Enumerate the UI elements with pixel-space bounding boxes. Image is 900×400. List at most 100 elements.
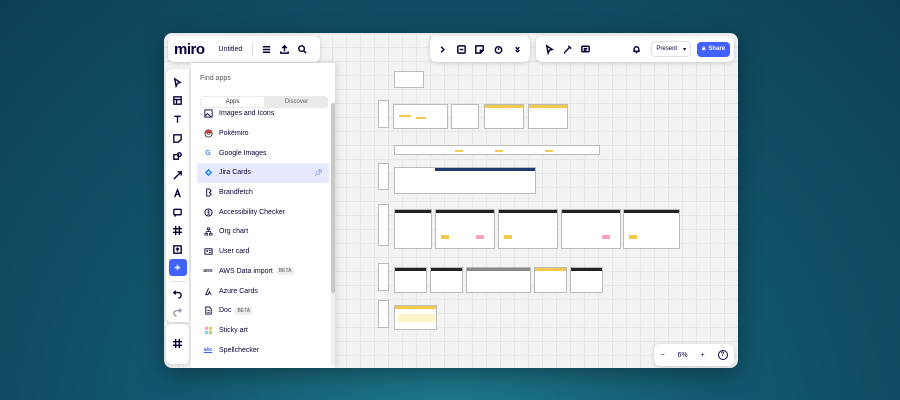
frames-button[interactable] (166, 324, 189, 364)
app-label: Pokémiro (219, 130, 249, 138)
app-label: Google Images (219, 149, 267, 157)
app-label: Jira Cards (219, 169, 251, 177)
board-frame[interactable] (378, 300, 389, 328)
board-frame[interactable] (393, 104, 448, 129)
board-frame[interactable] (528, 104, 568, 129)
jira-icon (203, 168, 213, 178)
app-item-jira-cards[interactable]: Jira Cards 📌︎ (197, 163, 329, 183)
app-label: Images and Icons (219, 110, 275, 118)
frame-icon[interactable] (169, 222, 187, 239)
upload-icon[interactable] (169, 241, 187, 258)
bell-icon[interactable] (627, 40, 645, 58)
search-icon[interactable] (293, 40, 311, 58)
menu-icon[interactable] (257, 40, 275, 58)
arrow-icon[interactable] (169, 167, 187, 184)
board-frame[interactable] (394, 71, 424, 88)
app-label: Org chart (219, 228, 249, 236)
app-item-azure-cards[interactable]: Azure Cards (197, 281, 329, 301)
templates-icon[interactable] (169, 93, 187, 110)
miro-window: miro Untitled Present ▾ 🔒︎ Share Find ap… (164, 33, 738, 368)
upload-icon[interactable] (275, 40, 293, 58)
redo-icon[interactable] (169, 304, 187, 321)
app-item-aws-data-import[interactable]: aws AWS Data import BETA (197, 262, 329, 282)
board-title[interactable]: Untitled (219, 46, 243, 53)
zoom-controls: − 6% + ? (654, 344, 734, 366)
pokeball-icon (203, 129, 213, 139)
select-icon[interactable] (169, 74, 187, 91)
aws-icon: aws (203, 268, 213, 275)
chevron-right-icon[interactable] (433, 40, 451, 58)
board-frame[interactable] (394, 145, 600, 155)
board-header: miro Untitled (168, 36, 320, 62)
pen-icon[interactable] (169, 185, 187, 202)
app-item-org-chart[interactable]: Org chart (197, 222, 329, 242)
app-item-spellchecker[interactable]: abc Spellchecker (197, 340, 329, 360)
app-label: Doc (219, 307, 232, 315)
accessibility-icon (203, 207, 213, 217)
divider (169, 281, 186, 282)
app-item-user-card[interactable]: User card (197, 242, 329, 262)
present-button[interactable]: Present ▾ (651, 41, 692, 57)
app-item-sticky-art[interactable]: Sticky art (197, 321, 329, 341)
board-frame[interactable] (623, 209, 680, 249)
app-item-images-and-icons[interactable]: Images and Icons (197, 104, 329, 124)
board-frame[interactable] (435, 209, 495, 249)
help-icon[interactable]: ? (717, 350, 728, 360)
board-frame[interactable] (378, 163, 389, 190)
board-frame[interactable] (430, 267, 463, 293)
apps-search-label[interactable]: Find apps (191, 63, 335, 82)
reaction-icon[interactable] (558, 40, 576, 58)
collaboration-toolbar (430, 36, 530, 62)
cursor-icon[interactable] (540, 40, 558, 58)
scrollbar-thumb[interactable] (331, 103, 335, 293)
beta-badge: BETA (276, 267, 294, 276)
sticky-note-icon[interactable] (471, 40, 489, 58)
board-frame[interactable] (394, 209, 432, 249)
board-frame[interactable] (451, 104, 479, 129)
zoom-level[interactable]: 6% (677, 352, 687, 359)
comment-icon[interactable] (169, 204, 187, 221)
app-label: Azure Cards (219, 287, 258, 295)
board-frame[interactable] (484, 104, 524, 129)
board-frame[interactable] (378, 263, 389, 291)
board-frame[interactable] (378, 204, 389, 246)
app-item-accessibility-checker[interactable]: Accessibility Checker (197, 202, 329, 222)
board-frame[interactable] (570, 267, 603, 293)
spellchecker-icon: abc (203, 347, 213, 354)
lock-icon: 🔒︎ (702, 45, 706, 52)
azure-icon (203, 286, 213, 296)
share-label: Share (708, 46, 725, 52)
board-frame[interactable] (498, 209, 558, 249)
board-frame[interactable] (561, 209, 621, 249)
app-item-pokemiro[interactable]: Pokémiro (197, 124, 329, 144)
zoom-out-button[interactable]: − (660, 352, 664, 359)
brandfetch-icon (203, 188, 213, 198)
miro-logo: miro (174, 40, 205, 58)
board-frame[interactable] (394, 267, 427, 293)
pin-icon[interactable]: 📌︎ (314, 169, 323, 177)
double-chevron-down-icon[interactable] (509, 40, 527, 58)
undo-icon[interactable] (169, 285, 187, 302)
app-label: User card (219, 248, 250, 256)
board-frame[interactable] (394, 167, 536, 194)
board-frame[interactable] (394, 305, 437, 330)
sticky-art-icon (203, 325, 213, 335)
present-label: Present (656, 46, 678, 52)
timer-icon[interactable] (490, 40, 508, 58)
zoom-in-button[interactable]: + (701, 352, 705, 359)
add-apps-icon[interactable] (168, 259, 187, 277)
app-label: Sticky art (219, 326, 248, 334)
sticky-note-icon[interactable] (169, 130, 187, 147)
board-frame[interactable] (534, 267, 567, 293)
comment-icon[interactable] (576, 40, 594, 58)
share-button[interactable]: 🔒︎ Share (697, 41, 730, 57)
shapes-icon[interactable] (169, 148, 187, 165)
user-card-icon (203, 247, 213, 257)
app-item-doc[interactable]: Doc BETA (197, 301, 329, 321)
app-item-google-images[interactable]: G Google Images (197, 143, 329, 163)
app-item-brandfetch[interactable]: Brandfetch (197, 183, 329, 203)
template-icon[interactable] (452, 40, 470, 58)
board-frame[interactable] (378, 100, 389, 128)
board-frame[interactable] (466, 267, 531, 293)
text-icon[interactable] (169, 111, 187, 128)
